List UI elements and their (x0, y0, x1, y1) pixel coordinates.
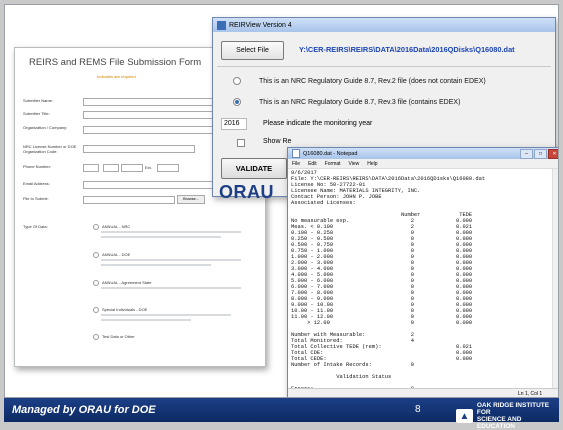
rev3-label: This is an NRC Regulatory Guide 8.7, Rev… (259, 98, 461, 106)
phone-number-input[interactable] (121, 164, 143, 172)
menu-view[interactable]: View (349, 161, 360, 167)
type-radio-agreement-state[interactable]: ANNUAL - Agreement State (93, 280, 151, 286)
show-label: Show Re (263, 138, 292, 145)
divider (217, 66, 551, 67)
field-label-phone: Phone Number: (23, 164, 52, 169)
browse-button[interactable]: Browse... (177, 195, 205, 204)
footer-brand: Managed by ORAU for DOE (12, 404, 156, 416)
notepad-text-area[interactable]: 9/6/2017 File: Y:\CER-REIRS\REIRS\DATA\2… (288, 169, 552, 388)
rev2-radio[interactable] (233, 77, 241, 85)
menu-file[interactable]: File (292, 161, 300, 167)
slide-footer: Managed by ORAU for DOE 8 ▲ OAK RIDGE IN… (4, 398, 559, 430)
minimize-icon[interactable]: – (520, 148, 533, 159)
year-input[interactable]: 2016 (221, 118, 247, 130)
file-path: Y:\CER-REIRS\REIRS\DATA\2016Data\2016QDi… (299, 45, 515, 54)
desc-line (101, 319, 191, 321)
notepad-menubar: File Edit Format View Help (288, 159, 558, 169)
desc-line (101, 287, 241, 289)
reirview-titlebar[interactable]: REIRView Version 4 (213, 18, 555, 32)
desc-line (101, 231, 241, 233)
desc-line (101, 236, 221, 238)
cursor-position: Ln 1, Col 1 (518, 391, 543, 397)
license-input[interactable] (83, 145, 195, 153)
menu-help[interactable]: Help (367, 161, 377, 167)
file-input[interactable] (83, 196, 175, 204)
status-bar: Ln 1, Col 1 (288, 388, 558, 397)
desc-line (101, 264, 211, 266)
validate-button[interactable]: VALIDATE (221, 158, 287, 179)
type-radio-annual-nrc[interactable]: ANNUAL - NRC (93, 224, 130, 230)
menu-edit[interactable]: Edit (308, 161, 317, 167)
type-label-agreement-state: ANNUAL - Agreement State (102, 280, 152, 286)
rev2-label: This is an NRC Regulatory Guide 8.7, Rev… (259, 77, 486, 85)
type-label-annual-doe: ANNUAL - DOE (102, 252, 131, 258)
rev3-option[interactable]: This is an NRC Regulatory Guide 8.7, Rev… (233, 98, 460, 106)
close-icon[interactable]: ✕ (548, 148, 558, 159)
type-label-test-data: Test Data or Other (102, 334, 135, 340)
orise-line1: OAK RIDGE INSTITUTE FOR (476, 402, 550, 416)
maximize-icon[interactable]: □ (534, 148, 547, 159)
app-icon (217, 20, 226, 30)
page-number: 8 (415, 404, 421, 415)
slide: REIRS and REMS File Submission Form Indi… (4, 4, 559, 398)
rev2-option[interactable]: This is an NRC Regulatory Guide 8.7, Rev… (233, 77, 486, 85)
field-label-file: File to Submit: (23, 196, 49, 201)
orise-line2: SCIENCE AND EDUCATION (476, 416, 522, 430)
phone-prefix-input[interactable] (103, 164, 119, 172)
phone-area-input[interactable] (83, 164, 99, 172)
select-file-button[interactable]: Select File (221, 41, 284, 60)
menu-format[interactable]: Format (325, 161, 341, 167)
type-label-special-doe: Special Individuals - DOE (102, 307, 148, 313)
orau-logo: ORAU (219, 182, 274, 202)
reirview-title: REIRView Version 4 (229, 21, 292, 29)
vertical-scrollbar[interactable] (552, 169, 558, 388)
notepad-window: Q16080.dat - Notepad – □ ✕ File Edit For… (287, 147, 558, 397)
field-label-email: Email Address: (23, 181, 50, 186)
field-label-submitter-name: Submitter Name: (23, 98, 54, 103)
field-label-submitter-title: Submitter Title: (23, 111, 50, 116)
type-of-data-label: Type Of Data: (23, 224, 48, 229)
ext-input[interactable] (157, 164, 179, 172)
type-radio-test-data[interactable]: Test Data or Other (93, 334, 135, 340)
desc-line (101, 259, 241, 261)
field-label-license: NRC License Number or DOE Organization C… (23, 144, 77, 154)
show-checkbox[interactable] (237, 139, 245, 147)
required-note: Indicates are required (97, 74, 136, 79)
type-radio-special-doe[interactable]: Special Individuals - DOE (93, 307, 147, 313)
notepad-titlebar[interactable]: Q16080.dat - Notepad – □ ✕ (288, 148, 558, 159)
orise-emblem-icon: ▲ (456, 409, 473, 423)
desc-line (101, 314, 231, 316)
rev3-radio[interactable] (233, 98, 241, 106)
window-controls: – □ ✕ (519, 148, 558, 159)
notepad-title: Q16080.dat - Notepad (303, 150, 358, 157)
notepad-icon (292, 149, 300, 158)
type-radio-annual-doe[interactable]: ANNUAL - DOE (93, 252, 130, 258)
field-label-organization: Organization / Company: (23, 125, 68, 130)
year-label: Please indicate the monitoring year (263, 120, 373, 127)
type-label-annual-nrc: ANNUAL - NRC (102, 224, 131, 230)
report-text: 9/6/2017 File: Y:\CER-REIRS\REIRS\DATA\2… (291, 170, 486, 388)
